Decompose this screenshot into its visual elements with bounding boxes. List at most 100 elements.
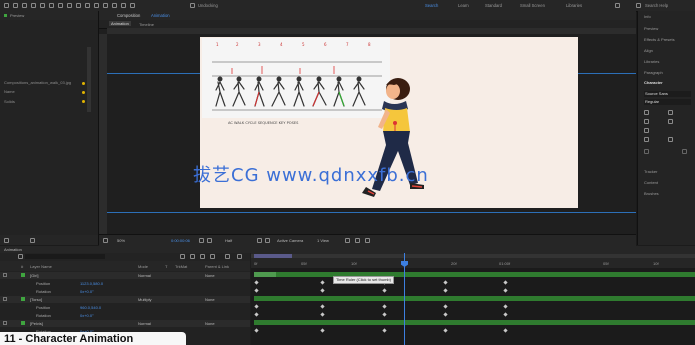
keyframe[interactable]	[254, 328, 259, 333]
keyframe[interactable]	[503, 280, 508, 285]
timeline-menu-icon[interactable]	[237, 254, 242, 259]
layer-parent[interactable]: None	[205, 297, 215, 302]
home-icon[interactable]	[4, 3, 9, 8]
keyframe[interactable]	[320, 280, 325, 285]
layer-duration-bar[interactable]	[254, 320, 695, 325]
time-ruler[interactable]: 0f 05f 10f 15f 20f 01:00f 05f 10f	[251, 253, 695, 268]
panel-effects-presets[interactable]: Effects & Presets	[644, 37, 675, 42]
snapping-checkbox-icon[interactable]	[190, 3, 195, 8]
region-of-interest-icon[interactable]	[257, 238, 262, 243]
project-scrollbar[interactable]	[87, 47, 91, 112]
keyframe[interactable]	[503, 312, 508, 317]
property-value[interactable]: 1123.0,580.0	[80, 281, 103, 286]
composition-name[interactable]: Animation	[151, 13, 170, 18]
visibility-icon[interactable]	[3, 321, 7, 325]
brush-tool-icon[interactable]	[94, 3, 99, 8]
current-time[interactable]: 0:00:00:06	[171, 238, 190, 243]
layer-label-color[interactable]	[21, 297, 25, 301]
clone-stamp-icon[interactable]	[103, 3, 108, 8]
keyframe[interactable]	[254, 288, 259, 293]
comp-flowchart-icon[interactable]	[365, 238, 370, 243]
layer-duration-bar[interactable]	[254, 272, 695, 277]
camera-tool-icon[interactable]	[49, 3, 54, 8]
keyframe[interactable]	[443, 288, 448, 293]
layer-label-color[interactable]	[21, 273, 25, 277]
property-value[interactable]: 960.0,540.0	[80, 305, 101, 310]
panel-align[interactable]: Align	[644, 48, 653, 53]
pen-tool-icon[interactable]	[76, 3, 81, 8]
ligatures-checkbox[interactable]	[644, 149, 649, 154]
work-area-bar[interactable]	[251, 254, 695, 258]
visibility-icon[interactable]	[3, 273, 7, 277]
timeline-search-input[interactable]	[25, 254, 105, 259]
search-help-field[interactable]: Search Help	[645, 3, 668, 8]
property-row[interactable]: Rotation 0x+0.0°	[0, 312, 250, 319]
panel-paragraph[interactable]: Paragraph	[644, 70, 663, 75]
layer-name[interactable]: [Torso]	[30, 297, 42, 302]
layer-mode[interactable]: Normal	[138, 321, 151, 326]
layer-parent[interactable]: None	[205, 273, 215, 278]
col-parent[interactable]: Parent & Link	[205, 264, 229, 269]
panel-content[interactable]: Content	[644, 180, 658, 185]
panel-preview[interactable]: Preview	[644, 26, 658, 31]
workspace-menu-icon[interactable]	[615, 3, 620, 8]
workspace-standard[interactable]: Standard	[485, 3, 502, 8]
3d-view-dropdown[interactable]: Active Camera	[277, 238, 303, 243]
project-row-name[interactable]: Name	[4, 89, 15, 94]
horizontal-ruler[interactable]	[107, 28, 636, 34]
keyframe[interactable]	[254, 304, 259, 309]
work-area-start[interactable]	[254, 254, 292, 258]
trash-icon[interactable]	[30, 238, 35, 243]
always-preview-icon[interactable]	[103, 238, 108, 243]
guide-line[interactable]	[107, 212, 636, 213]
frame-blending-icon[interactable]	[200, 254, 205, 259]
rotate-tool-icon[interactable]	[40, 3, 45, 8]
selection-tool-icon[interactable]	[13, 3, 18, 8]
interpret-footage-icon[interactable]	[4, 238, 9, 243]
puppet-pin-icon[interactable]	[130, 3, 135, 8]
keyframe[interactable]	[443, 280, 448, 285]
layer-row[interactable]: [Pelvis] Normal None	[0, 320, 250, 327]
panel-character[interactable]: Character	[644, 80, 663, 85]
magnification-dropdown[interactable]: 50%	[117, 238, 125, 243]
pan-behind-icon[interactable]	[58, 3, 63, 8]
col-layer-name[interactable]: Layer Name	[30, 264, 52, 269]
keyframe[interactable]	[503, 304, 508, 309]
panel-brushes[interactable]: Brushes	[644, 191, 659, 196]
project-item-name[interactable]: Compositions_animation_walk_03.jpg	[4, 80, 71, 85]
layer-row[interactable]: [Torso] Multiply None	[0, 296, 250, 303]
layer-duration-bar[interactable]	[254, 296, 695, 301]
keyframe[interactable]	[320, 304, 325, 309]
walking-character[interactable]	[340, 75, 440, 207]
graph-editor-icon[interactable]	[225, 254, 230, 259]
layer-mode[interactable]: Normal	[138, 273, 151, 278]
keyframe[interactable]	[254, 312, 259, 317]
keyframe[interactable]	[382, 312, 387, 317]
font-style-dropdown[interactable]: Regular	[644, 99, 691, 105]
rectangle-tool-icon[interactable]	[67, 3, 72, 8]
view-layout-dropdown[interactable]: 1 View	[317, 238, 329, 243]
type-tool-icon[interactable]	[85, 3, 90, 8]
shy-layers-icon[interactable]	[190, 254, 195, 259]
vertical-ruler[interactable]	[99, 34, 107, 234]
keyframe[interactable]	[320, 312, 325, 317]
panel-tracker[interactable]: Tracker	[644, 169, 657, 174]
workspace-small-screen[interactable]: Small Screen	[520, 3, 545, 8]
comp-name-tab[interactable]: Animation	[109, 21, 131, 26]
timeline-toggle-icon[interactable]	[355, 238, 360, 243]
property-value[interactable]: 0x+0.0°	[80, 313, 94, 318]
search-icon[interactable]	[636, 3, 641, 8]
layer-parent[interactable]: None	[205, 321, 215, 326]
keyframe[interactable]	[443, 304, 448, 309]
timeline-comp-tab[interactable]: Animation	[4, 247, 22, 252]
keyframe[interactable]	[503, 328, 508, 333]
comp-sub-tab[interactable]: Timeline	[139, 22, 154, 27]
layer-name[interactable]: [Girl]	[30, 273, 38, 278]
draft-3d-icon[interactable]	[180, 254, 185, 259]
col-mode[interactable]: Mode	[138, 264, 148, 269]
font-family-dropdown[interactable]: Source Sans	[644, 91, 691, 97]
project-row-solids[interactable]: Solids	[4, 99, 15, 104]
keyframe[interactable]	[382, 304, 387, 309]
property-row[interactable]: Position 960.0,540.0	[0, 304, 250, 311]
keyframe[interactable]	[382, 288, 387, 293]
